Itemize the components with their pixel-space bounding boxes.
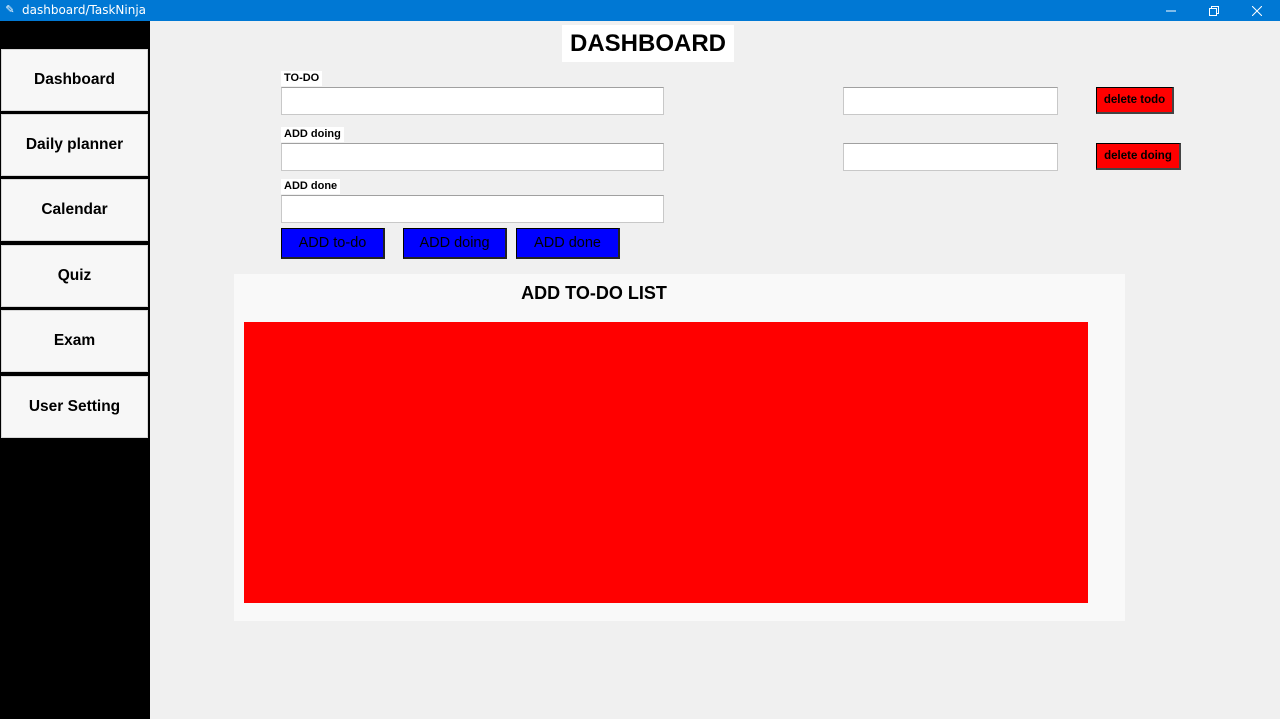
- delete-doing-button[interactable]: delete doing: [1096, 143, 1181, 170]
- page-title: DASHBOARD: [562, 25, 734, 62]
- todo-list-title: ADD TO-DO LIST: [521, 283, 667, 303]
- title-bar: ✎ dashboard/TaskNinja: [0, 0, 1280, 21]
- close-button[interactable]: [1234, 0, 1280, 21]
- done-input[interactable]: [281, 195, 664, 223]
- restore-icon: [1209, 5, 1219, 16]
- add-todo-button[interactable]: ADD to-do: [281, 228, 385, 259]
- window-title: dashboard/TaskNinja: [22, 3, 147, 17]
- todo-input[interactable]: [281, 87, 664, 115]
- todo-list-area[interactable]: [244, 322, 1088, 603]
- minimize-button[interactable]: [1148, 0, 1194, 21]
- sidebar-item-user-setting[interactable]: User Setting: [1, 376, 148, 438]
- add-doing-button[interactable]: ADD doing: [403, 228, 507, 259]
- done-label: ADD done: [281, 179, 341, 194]
- delete-todo-input[interactable]: [843, 87, 1058, 115]
- sidebar-item-calendar[interactable]: Calendar: [1, 179, 148, 241]
- close-icon: [1252, 5, 1262, 16]
- minimize-icon: [1166, 10, 1176, 11]
- restore-button[interactable]: [1191, 0, 1237, 21]
- sidebar-item-exam[interactable]: Exam: [1, 310, 148, 372]
- doing-label: ADD doing: [281, 127, 344, 142]
- doing-input[interactable]: [281, 143, 664, 171]
- add-done-button[interactable]: ADD done: [516, 228, 620, 259]
- sidebar-item-daily-planner[interactable]: Daily planner: [1, 114, 148, 176]
- feather-icon: ✎: [5, 4, 15, 16]
- todo-label: TO-DO: [281, 71, 323, 86]
- delete-doing-input[interactable]: [843, 143, 1058, 171]
- delete-todo-button[interactable]: delete todo: [1096, 87, 1174, 114]
- sidebar-item-dashboard[interactable]: Dashboard: [1, 49, 148, 111]
- sidebar: Dashboard Daily planner Calendar Quiz Ex…: [0, 21, 150, 719]
- sidebar-item-quiz[interactable]: Quiz: [1, 245, 148, 307]
